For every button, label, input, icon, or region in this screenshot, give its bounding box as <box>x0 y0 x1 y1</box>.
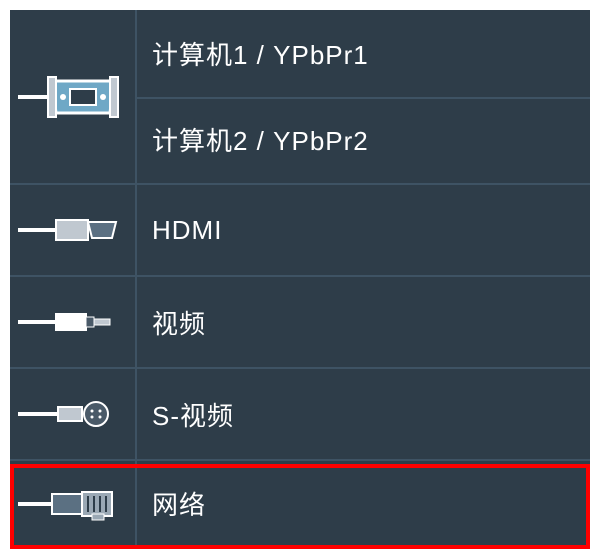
source-row-svideo[interactable]: S-视频 <box>10 369 590 461</box>
hdmi-connector-icon <box>10 185 135 275</box>
source-label-svideo: S-视频 <box>152 396 590 433</box>
source-item-computer1[interactable]: 计算机1 / YPbPr1 <box>152 10 590 97</box>
divider <box>135 97 590 99</box>
vga-connector-icon <box>10 10 135 183</box>
rca-connector-icon <box>10 277 135 367</box>
source-row-video[interactable]: 视频 <box>10 277 590 369</box>
input-source-panel: 计算机1 / YPbPr1 计算机2 / YPbPr2 HDMI <box>10 10 590 549</box>
source-item-computer2[interactable]: 计算机2 / YPbPr2 <box>152 97 590 184</box>
ethernet-connector-icon <box>10 461 135 546</box>
source-row-computer: 计算机1 / YPbPr1 计算机2 / YPbPr2 <box>10 10 590 185</box>
svideo-connector-icon <box>10 369 135 459</box>
source-label-video: 视频 <box>152 304 590 341</box>
source-label-hdmi: HDMI <box>152 215 590 246</box>
source-row-network[interactable]: 网络 <box>10 461 590 546</box>
source-row-hdmi[interactable]: HDMI <box>10 185 590 277</box>
source-label-network: 网络 <box>152 485 590 522</box>
